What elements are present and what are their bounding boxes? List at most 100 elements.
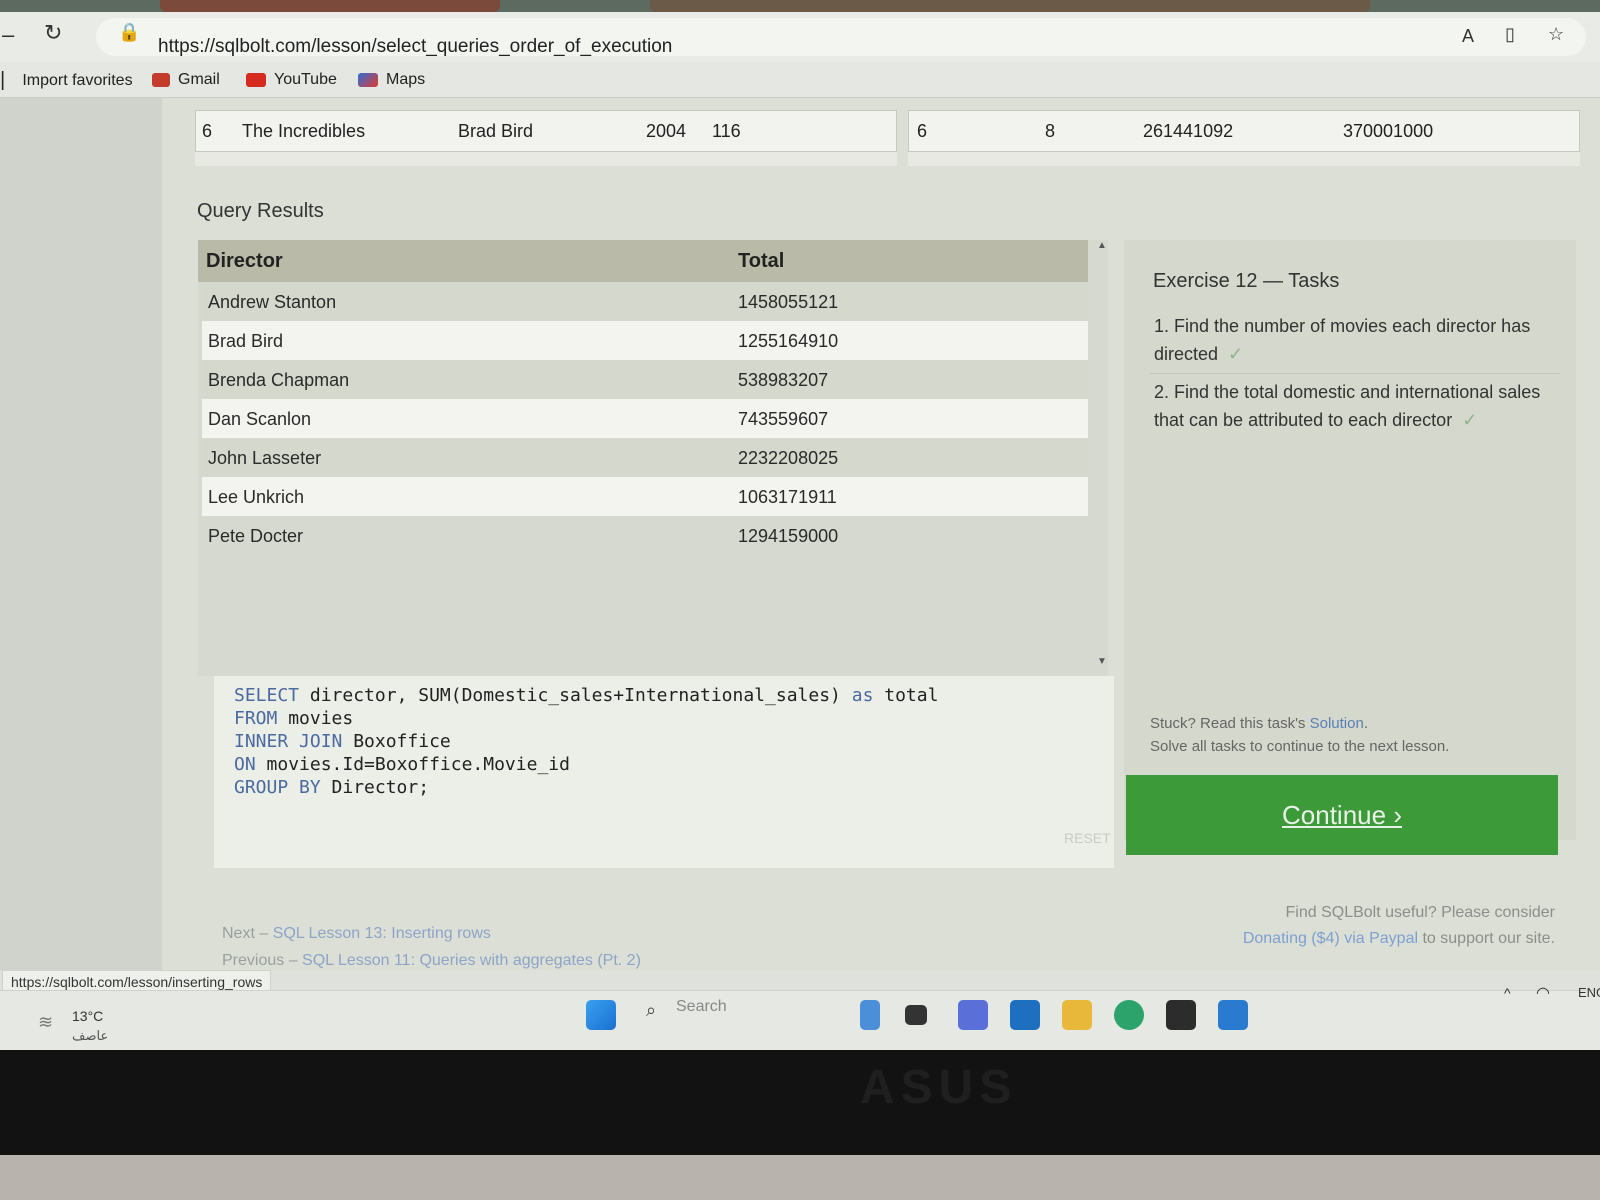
- favorite-maps[interactable]: Maps: [358, 71, 425, 89]
- weather-icon[interactable]: ≋: [38, 1012, 53, 1033]
- network-icon[interactable]: ◠: [1536, 983, 1550, 1003]
- weather-condition: عاصف: [72, 1028, 109, 1043]
- sql-line: FROM movies: [234, 708, 354, 729]
- results-scrollbar[interactable]: ▲ ▼: [1095, 240, 1109, 670]
- query-results-title: Query Results: [197, 200, 324, 222]
- total-cell: 2232208025: [738, 448, 839, 468]
- movies-table-row: 6 The Incredibles Brad Bird 2004 116: [195, 110, 897, 152]
- table-row: Brad Bird 1255164910: [202, 321, 1088, 360]
- scroll-up-icon[interactable]: ▲: [1097, 240, 1107, 251]
- favorite-label: Maps: [386, 71, 426, 88]
- cell-title: The Incredibles: [242, 121, 366, 141]
- total-cell: 743559607: [738, 409, 829, 429]
- table-row: Andrew Stanton 1458055121: [202, 282, 1088, 321]
- director-cell: Pete Docter: [208, 526, 304, 546]
- task-view-icon[interactable]: [905, 1005, 927, 1025]
- reading-view-icon[interactable]: ▯: [1505, 24, 1515, 45]
- windows-start-icon[interactable]: [586, 1000, 616, 1030]
- status-bar-url: https://sqlbolt.com/lesson/inserting_row…: [2, 970, 272, 992]
- favorite-label: Gmail: [178, 71, 220, 88]
- continue-button[interactable]: Continue ›: [1126, 775, 1558, 855]
- minimize-icon[interactable]: –: [2, 22, 14, 48]
- next-lesson-link[interactable]: Next – SQL Lesson 13: Inserting rows: [222, 925, 491, 943]
- query-results-table: Director Total Andrew Stanton 1458055121…: [198, 240, 1108, 676]
- search-icon[interactable]: ⌕: [646, 1000, 656, 1021]
- favorites-bar: ▏ Import favorites Gmail YouTube Maps: [0, 62, 1600, 98]
- table-row: Lee Unkrich 1063171911: [202, 477, 1088, 516]
- laptop-logo: ASUS: [860, 1061, 1018, 1114]
- taskbar-search[interactable]: Search: [676, 998, 727, 1016]
- cell-id: 6: [202, 121, 213, 141]
- director-cell: Brenda Chapman: [208, 370, 350, 390]
- previous-lesson-link[interactable]: Previous – SQL Lesson 11: Queries with a…: [222, 952, 641, 970]
- favorite-youtube[interactable]: YouTube: [246, 71, 337, 89]
- table-row: Dan Scanlon 743559607: [202, 399, 1088, 438]
- language-indicator[interactable]: ENG: [1578, 985, 1600, 1000]
- tab-strip: [0, 0, 1600, 12]
- cell-international: 370001000: [1343, 121, 1434, 141]
- url-text[interactable]: https://sqlbolt.com/lesson/select_querie…: [158, 36, 672, 58]
- task-item: 2. Find the total domestic and internati…: [1154, 378, 1564, 434]
- sql-line: ON movies.Id=Boxoffice.Movie_id: [234, 754, 570, 775]
- teams-chat-icon[interactable]: [958, 1000, 988, 1030]
- maps-icon: [358, 73, 378, 87]
- director-cell: Lee Unkrich: [208, 487, 305, 507]
- results-header: Director Total: [198, 240, 1088, 282]
- total-cell: 1458055121: [738, 292, 839, 312]
- cell-year: 2004: [646, 121, 687, 141]
- task-text: Find the number of movies each director …: [1154, 316, 1531, 364]
- continue-label: Continue ›: [1282, 799, 1402, 830]
- director-cell: Andrew Stanton: [208, 292, 337, 312]
- sql-line: GROUP BY Director;: [234, 777, 430, 798]
- favorite-gmail[interactable]: Gmail: [152, 71, 220, 89]
- donate-link[interactable]: Donating ($4) via Paypal: [1243, 930, 1418, 947]
- scroll-down-icon[interactable]: ▼: [1097, 656, 1107, 667]
- total-cell: 538983207: [738, 370, 829, 390]
- director-cell: Dan Scanlon: [208, 409, 312, 429]
- boxoffice-table-next-row: [908, 152, 1580, 166]
- task-number: 2.: [1154, 382, 1170, 402]
- favorite-label: YouTube: [274, 71, 337, 88]
- total-cell: 1294159000: [738, 526, 839, 546]
- task-number: 1.: [1154, 316, 1170, 336]
- solve-all-text: Solve all tasks to continue to the next …: [1150, 738, 1450, 755]
- task-divider: [1150, 373, 1560, 374]
- total-cell: 1063171911: [738, 487, 837, 507]
- stuck-hint: Stuck? Read this task's Solution. Solve …: [1150, 712, 1449, 758]
- favorite-import[interactable]: ▏ Import favorites: [2, 71, 133, 91]
- read-aloud-icon[interactable]: A: [1462, 26, 1474, 47]
- lock-icon[interactable]: 🔒: [118, 22, 140, 43]
- check-icon: ✓: [1462, 410, 1478, 430]
- favorite-label: Import favorites: [22, 72, 133, 89]
- file-explorer-icon[interactable]: [1062, 1000, 1092, 1030]
- import-icon: ▏: [2, 73, 15, 90]
- total-cell: 1255164910: [738, 331, 839, 351]
- youtube-icon: [246, 73, 266, 87]
- favorites-star-icon[interactable]: ☆: [1548, 24, 1564, 45]
- table-row: Pete Docter 1294159000: [202, 516, 1088, 555]
- boxoffice-table-row: 6 8 261441092 370001000: [908, 110, 1580, 152]
- page-margin: [0, 98, 162, 970]
- edge-browser-icon[interactable]: [1114, 1000, 1144, 1030]
- store-icon[interactable]: [1010, 1000, 1040, 1030]
- reset-button[interactable]: RESET: [1064, 830, 1111, 846]
- cell-rating: 8: [1045, 121, 1056, 141]
- sql-editor[interactable]: SELECT director, SUM(Domestic_sales+Inte…: [214, 676, 1114, 868]
- vscode-icon[interactable]: [1218, 1000, 1248, 1030]
- weather-temperature[interactable]: 13°C: [72, 1008, 103, 1024]
- tab-active[interactable]: [160, 0, 500, 12]
- support-text: Find SQLBolt useful? Please consider Don…: [1242, 904, 1555, 947]
- chevron-up-icon[interactable]: ^: [1504, 985, 1511, 1001]
- solution-link[interactable]: Solution: [1310, 715, 1364, 732]
- widgets-icon[interactable]: [860, 1000, 880, 1030]
- director-cell: John Lasseter: [208, 448, 322, 468]
- check-icon: ✓: [1228, 344, 1244, 364]
- table-row: John Lasseter 2232208025: [202, 438, 1088, 477]
- cell-director: Brad Bird: [458, 121, 534, 141]
- laptop-base: [0, 1155, 1600, 1200]
- tab-other[interactable]: [650, 0, 1370, 12]
- task-item: 1. Find the number of movies each direct…: [1154, 312, 1564, 368]
- refresh-icon[interactable]: ↻: [44, 20, 62, 46]
- column-header-director: Director: [206, 250, 283, 272]
- terminal-icon[interactable]: [1166, 1000, 1196, 1030]
